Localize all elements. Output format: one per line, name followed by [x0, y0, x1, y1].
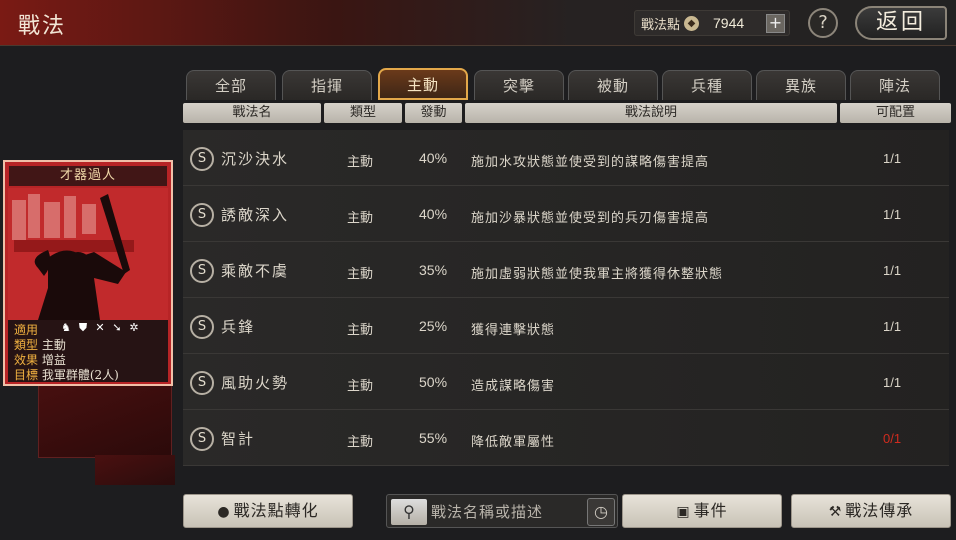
card-target-value: 我軍群體(2人) [41, 368, 119, 382]
card-info-panel: 適用 ♞ ⛊ ✕ ➘ ✲ 類型 主動 效果 增益 目標 我軍群體(2人) [8, 320, 168, 382]
column-header-desc: 戰法說明 [465, 103, 837, 123]
tactic-card[interactable]: 才器過人 適用 ♞ ⛊ ✕ ➘ ✲ 類型 主動 效果 增益 目標 我軍群體(2人… [3, 160, 173, 386]
shield-icon: ⛊ [78, 321, 88, 334]
card-artwork [8, 188, 168, 320]
tab-foreign[interactable]: 異族 [756, 70, 846, 100]
grade-badge: S [190, 259, 214, 283]
tactic-desc: 造成謀略傷害 [471, 379, 556, 394]
spear-icon: ➘ [112, 321, 122, 334]
tactic-name: 風助火勢 [221, 374, 290, 392]
wheel-icon: ✲ [129, 321, 139, 334]
tactic-name: 乘敵不虞 [221, 262, 290, 280]
tactic-rate: 35% [419, 262, 448, 278]
tactic-rate: 40% [419, 206, 448, 222]
grade-badge: S [190, 315, 214, 339]
column-header-name[interactable]: 戰法名 [183, 103, 321, 123]
back-button[interactable]: 返回 [855, 6, 947, 40]
page-title: 戰法 [18, 14, 67, 39]
tactic-row[interactable]: S 兵鋒 主動 25% 獲得連擊狀態 1/1 [183, 298, 949, 354]
tactic-count: 1/1 [883, 375, 902, 390]
tactic-type: 主動 [347, 211, 374, 226]
tactic-type: 主動 [347, 435, 374, 450]
tab-passive[interactable]: 被動 [568, 70, 658, 100]
tactic-count: 1/1 [883, 151, 902, 166]
add-points-button[interactable]: + [766, 14, 785, 33]
tactic-rate: 50% [419, 374, 448, 390]
tactic-row[interactable]: S 智計 主動 55% 降低敵軍屬性 0/1 [183, 410, 949, 466]
search-input[interactable] [431, 499, 583, 525]
grade-badge: S [190, 371, 214, 395]
card-stack-back [95, 455, 175, 485]
tab-command[interactable]: 指揮 [282, 70, 372, 100]
tactic-row[interactable]: S 沉沙決水 主動 40% 施加水攻狀態並使受到的謀略傷害提高 1/1 [183, 130, 949, 186]
tactic-list: S 沉沙決水 主動 40% 施加水攻狀態並使受到的謀略傷害提高 1/1 S 誘敵… [183, 130, 949, 482]
tactic-type: 主動 [347, 379, 374, 394]
card-target-key: 目標 [14, 368, 39, 382]
tactic-count: 1/1 [883, 207, 902, 222]
tab-troop-type[interactable]: 兵種 [662, 70, 752, 100]
column-header-type[interactable]: 類型 [324, 103, 402, 123]
tab-all[interactable]: 全部 [186, 70, 276, 100]
tab-assault[interactable]: 突擊 [474, 70, 564, 100]
tactic-inherit-label: 戰法傳承 [845, 501, 914, 520]
tactic-inherit-button[interactable]: ⚒ 戰法傳承 [791, 494, 951, 528]
tactic-desc: 施加沙暴狀態並使受到的兵刃傷害提高 [471, 211, 710, 226]
tactic-points-value: 7944 [713, 15, 745, 31]
tactic-points-label: 戰法點 [641, 17, 681, 33]
tactic-name: 誘敵深入 [221, 206, 290, 224]
cavalry-icon: ♞ [61, 321, 71, 334]
tactic-desc: 施加水攻狀態並使受到的謀略傷害提高 [471, 155, 710, 170]
column-header-rate[interactable]: 發動 [405, 103, 462, 123]
tactic-desc: 施加虛弱狀態並使我軍主將獲得休整狀態 [471, 267, 724, 282]
column-header-count[interactable]: 可配置 [840, 103, 951, 123]
event-button[interactable]: ▣ 事件 [622, 494, 782, 528]
tactic-rate: 55% [419, 430, 448, 446]
tab-active[interactable]: 主動 [378, 68, 468, 100]
tactic-name: 兵鋒 [221, 318, 256, 336]
tactic-row[interactable]: S 誘敵深入 主動 40% 施加沙暴狀態並使受到的兵刃傷害提高 1/1 [183, 186, 949, 242]
tab-formation[interactable]: 陣法 [850, 70, 940, 100]
grade-badge: S [190, 203, 214, 227]
hammer-icon: ⚒ [828, 504, 843, 520]
card-effect-value: 增益 [41, 353, 66, 367]
card-target-row: 目標 我軍群體(2人) [14, 366, 119, 383]
scroll-icon: ▣ [676, 504, 691, 520]
card-effect-key: 效果 [14, 353, 39, 367]
tactic-count: 1/1 [883, 263, 902, 278]
convert-points-button[interactable]: ● 戰法點轉化 [183, 494, 353, 528]
search-box: ⚲ ◷ [386, 494, 618, 528]
top-bar: 戰法 戰法點 ◆ 7944 + ? 返回 [0, 0, 956, 46]
tactic-desc: 獲得連擊狀態 [471, 323, 556, 338]
coin-icon: ◆ [684, 15, 700, 31]
tactic-type: 主動 [347, 267, 374, 282]
help-button[interactable]: ? [808, 8, 838, 38]
tactic-name: 智計 [221, 430, 256, 448]
tactic-row[interactable]: S 風助火勢 主動 50% 造成謀略傷害 1/1 [183, 354, 949, 410]
tactic-count: 0/1 [883, 431, 902, 446]
convert-points-label: 戰法點轉化 [233, 501, 319, 520]
search-icon[interactable]: ⚲ [391, 499, 427, 525]
grade-badge: S [190, 147, 214, 171]
card-apply-key: 適用 [14, 323, 39, 337]
tactic-count: 1/1 [883, 319, 902, 334]
tactic-row[interactable]: S 乘敵不虞 主動 35% 施加虛弱狀態並使我軍主將獲得休整狀態 1/1 [183, 242, 949, 298]
bow-icon: ✕ [95, 321, 105, 334]
tactic-desc: 降低敵軍屬性 [471, 435, 556, 450]
tactic-name: 沉沙決水 [221, 150, 290, 168]
tactic-type: 主動 [347, 323, 374, 338]
history-clock-icon[interactable]: ◷ [587, 498, 615, 526]
tactic-type: 主動 [347, 155, 374, 170]
category-tabs: 全部 指揮 主動 突擊 被動 兵種 異族 陣法 [186, 68, 952, 100]
grade-badge: S [190, 427, 214, 451]
tactic-points-box: 戰法點 ◆ 7944 + [634, 10, 790, 36]
event-label: 事件 [693, 501, 728, 520]
tactic-rate: 25% [419, 318, 448, 334]
card-type-value: 主動 [41, 338, 66, 352]
tactic-rate: 40% [419, 150, 448, 166]
card-title: 才器過人 [9, 166, 167, 186]
flame-icon: ● [217, 504, 231, 520]
card-type-key: 類型 [14, 338, 39, 352]
